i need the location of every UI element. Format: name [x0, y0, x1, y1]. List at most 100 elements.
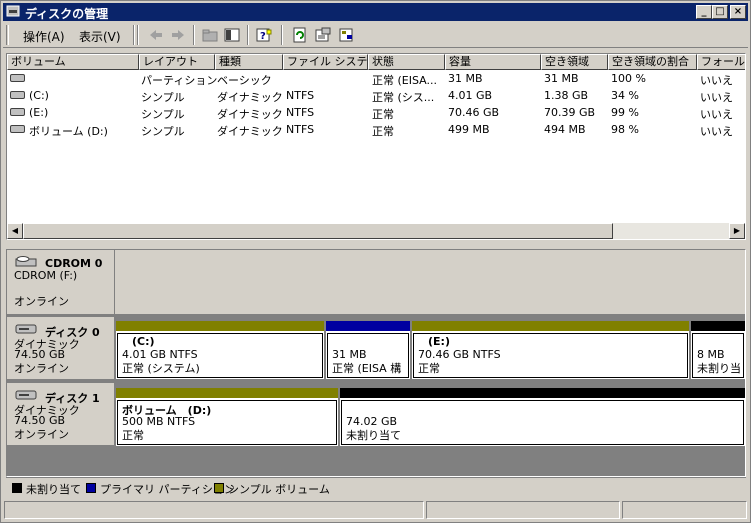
legend-swatch-primary [86, 483, 96, 493]
simple-volume-bar [116, 388, 338, 398]
partition-status: 正常 [418, 362, 440, 375]
cdrom-media-area [115, 250, 745, 314]
properties-icon[interactable] [314, 27, 332, 43]
svg-text:?: ? [260, 31, 266, 42]
close-button[interactable]: × [730, 5, 746, 19]
legend: 未割り当て プライマリ パーティション シンプル ボリューム [6, 477, 746, 498]
cell-capacity: 70.46 GB [448, 106, 500, 119]
table-row[interactable]: (C:) シンプル ダイナミック NTFS 正常 (シス... 4.01 GB … [7, 87, 745, 104]
cdrom-icon [15, 256, 37, 267]
disk-label-disk0[interactable]: ディスク 0 ダイナミック 74.50 GB オンライン [7, 317, 114, 379]
disk-volume-icon [10, 74, 25, 82]
partition-status: 正常 (システム) [122, 362, 200, 375]
pane-splitter[interactable] [6, 242, 746, 246]
minimize-button[interactable]: _ [696, 5, 712, 19]
show-hide-tree-icon[interactable] [223, 27, 241, 43]
hard-disk-icon [15, 324, 37, 334]
cell-free-percent: 99 % [611, 106, 639, 119]
cell-free-percent: 100 % [611, 72, 646, 85]
maximize-button[interactable]: □ [712, 5, 728, 19]
toolbar-separator [137, 25, 139, 45]
col-header-volume[interactable]: ボリューム [7, 54, 139, 70]
cell-fault-tolerance: いいえ [700, 91, 733, 104]
unallocated-disk0[interactable]: 8 MB 未割り当 [691, 321, 745, 379]
cell-free-percent: 34 % [611, 89, 639, 102]
disk-management-window: ディスクの管理 _ □ × 操作(A) 表示(V) ? ボリューム レイアウト … [0, 0, 751, 523]
col-header-fault-tolerance[interactable]: フォールト [697, 54, 745, 70]
disk-volume-icon [10, 91, 25, 99]
back-arrow-icon[interactable] [147, 27, 165, 43]
refresh-icon[interactable] [291, 27, 309, 43]
cell-status: 正常 (シス... [372, 91, 435, 104]
menu-action[interactable]: 操作(A) [23, 28, 65, 45]
cell-volume: (C:) [29, 89, 49, 102]
menu-view[interactable]: 表示(V) [79, 28, 121, 45]
cell-filesystem: NTFS [286, 89, 315, 102]
cell-status: 正常 (EISA... [372, 74, 437, 87]
cell-free-space: 494 MB [544, 123, 586, 136]
partition-status: 未割り当て [346, 429, 401, 442]
simple-volume-bar [116, 321, 324, 331]
disk-management-app-icon [6, 5, 20, 17]
arrow-left-icon: ◀ [11, 226, 19, 235]
status-pane [4, 501, 424, 519]
minimize-icon: _ [701, 6, 707, 17]
col-header-type[interactable]: 種類 [215, 54, 283, 70]
scroll-right-button[interactable]: ▶ [729, 223, 745, 239]
export-icon[interactable] [338, 27, 356, 43]
cell-layout: パーティション [141, 74, 218, 87]
forward-arrow-icon[interactable] [169, 27, 187, 43]
volume-list: ボリューム レイアウト 種類 ファイル システム 状態 容量 空き領域 空き領域… [6, 53, 746, 240]
disk-volume-icon [10, 108, 25, 116]
cell-free-percent: 98 % [611, 123, 639, 136]
partition-title: (E:) [428, 335, 450, 348]
partition-c[interactable]: (C:) 4.01 GB NTFS 正常 (システム) [116, 321, 324, 379]
disk-volume-icon [10, 125, 25, 133]
unallocated-bar [691, 321, 745, 331]
horizontal-scrollbar[interactable]: ◀ ▶ [7, 223, 745, 239]
cell-free-space: 70.39 GB [544, 106, 596, 119]
unallocated-disk1[interactable]: 74.02 GB 未割り当て [340, 388, 745, 446]
col-header-status[interactable]: 状態 [368, 54, 445, 70]
scroll-thumb[interactable] [23, 223, 613, 239]
toolbar-separator [133, 25, 135, 45]
table-row[interactable]: (E:) シンプル ダイナミック NTFS 正常 70.46 GB 70.39 … [7, 104, 745, 121]
cell-type: ダイナミック [217, 91, 283, 104]
scroll-left-button[interactable]: ◀ [7, 223, 23, 239]
disk-label-disk1[interactable]: ディスク 1 ダイナミック 74.50 GB オンライン [7, 383, 114, 445]
cell-free-space: 31 MB [544, 72, 579, 85]
col-header-free-space[interactable]: 空き領域 [541, 54, 608, 70]
partition-eisa[interactable]: 31 MB 正常 (EISA 構 [326, 321, 410, 379]
cell-type: ダイナミック [217, 108, 283, 121]
col-header-capacity[interactable]: 容量 [445, 54, 541, 70]
menu-toolbar: 操作(A) 表示(V) ? [3, 23, 748, 48]
help-icon[interactable]: ? [255, 27, 273, 43]
cell-layout: シンプル [141, 91, 185, 104]
unallocated-bar [340, 388, 745, 398]
cell-fault-tolerance: いいえ [700, 125, 733, 138]
drive-letter: CDROM (F:) [14, 269, 78, 282]
cell-free-space: 1.38 GB [544, 89, 589, 102]
cell-filesystem: NTFS [286, 123, 315, 136]
toolbar-separator [281, 25, 283, 45]
disk-label-cdrom0[interactable]: CDROM 0 CDROM (F:) オンライン [7, 250, 114, 314]
cell-capacity: 499 MB [448, 123, 490, 136]
cell-capacity: 31 MB [448, 72, 483, 85]
toolbar-separator [193, 25, 195, 45]
legend-label-simple: シンプル ボリューム [228, 483, 330, 496]
table-row[interactable]: パーティション ベーシック 正常 (EISA... 31 MB 31 MB 10… [7, 70, 745, 87]
folder-up-icon[interactable] [201, 27, 219, 43]
cell-volume: ボリューム (D:) [29, 125, 108, 138]
cell-layout: シンプル [141, 125, 185, 138]
disk-status: オンライン [14, 362, 69, 375]
partition-d[interactable]: ボリューム (D:) 500 MB NTFS 正常 [116, 388, 338, 446]
col-header-free-percent[interactable]: 空き領域の割合 [608, 54, 697, 70]
title-bar[interactable]: ディスクの管理 _ □ × [3, 3, 748, 21]
cell-fault-tolerance: いいえ [700, 74, 733, 87]
col-header-layout[interactable]: レイアウト [139, 54, 215, 70]
partition-e[interactable]: (E:) 70.46 GB NTFS 正常 [412, 321, 689, 379]
cell-status: 正常 [372, 108, 394, 121]
primary-partition-bar [326, 321, 410, 331]
table-row[interactable]: ボリューム (D:) シンプル ダイナミック NTFS 正常 499 MB 49… [7, 121, 745, 138]
col-header-filesystem[interactable]: ファイル システム [283, 54, 368, 70]
